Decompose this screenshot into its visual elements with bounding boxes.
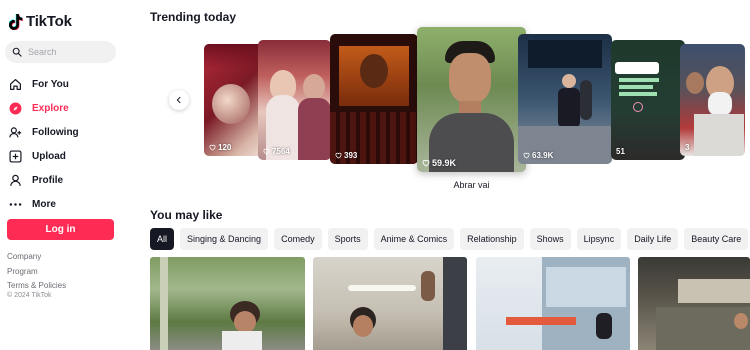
like-count: 3 [685,143,689,152]
you-may-like-title: You may like [150,208,223,222]
video-caption[interactable]: Abrar vai [417,180,526,190]
video-thumbnail[interactable] [150,257,305,350]
tiktok-logo-icon [9,13,23,30]
main-nav: For You Explore Following Upload Profile [9,72,79,216]
like-count: 63.9K [523,151,553,160]
trending-video-card[interactable]: 3 [680,44,745,156]
chevron-left-icon [176,96,181,104]
nav-label: Following [32,126,79,138]
chip-lipsync[interactable]: Lipsync [576,228,622,250]
category-chips: All Singing & Dancing Comedy Sports Anim… [150,228,749,250]
chip-shows[interactable]: Shows [529,228,571,250]
like-count-value: 393 [344,151,358,160]
like-count: 393 [335,151,357,160]
nav-item-explore[interactable]: Explore [9,96,79,120]
like-count: 51 [616,147,625,156]
heart-icon [523,152,530,159]
heart-icon [263,148,270,155]
upload-icon [9,149,22,163]
chip-anime-comics[interactable]: Anime & Comics [373,228,455,250]
carousel-prev-button[interactable] [169,90,189,110]
heart-icon [209,144,216,151]
search-bar[interactable] [5,41,116,63]
chip-sports[interactable]: Sports [327,228,368,250]
trending-video-card[interactable]: 51 [611,40,685,160]
like-count: 7564 [263,147,290,156]
trending-video-card[interactable]: 393 [330,34,418,164]
nav-item-upload[interactable]: Upload [9,144,79,168]
home-icon [9,78,22,91]
nav-item-following[interactable]: Following [9,120,79,144]
like-count: 120 [209,143,231,152]
like-count-value: 3 [685,143,690,152]
heart-icon [422,159,430,167]
nav-item-for-you[interactable]: For You [9,72,79,96]
trending-video-card[interactable]: 59.9K [417,27,526,172]
nav-label: Profile [32,174,64,186]
chip-singing-dancing[interactable]: Singing & Dancing [180,228,269,250]
logo-text: TikTok [26,13,72,30]
like-count-value: 63.9K [532,151,554,160]
like-count-value: 51 [616,147,625,156]
tiktok-logo[interactable]: TikTok [9,13,72,30]
like-count-value: 59.9K [432,158,457,168]
chip-comedy[interactable]: Comedy [274,228,322,250]
nav-label: Upload [32,150,66,162]
trending-video-card[interactable]: 7564 [258,40,331,160]
search-icon [12,47,22,57]
login-button[interactable]: Log in [7,219,114,240]
footer-link-program[interactable]: Program [7,265,66,280]
nav-label: More [32,198,56,210]
compass-icon [9,102,22,115]
sidebar: TikTok For You Explore Following [0,0,130,350]
footer-link-company[interactable]: Company [7,250,66,265]
profile-icon [9,174,22,187]
nav-label: Explore [32,102,69,114]
chip-relationship[interactable]: Relationship [460,228,524,250]
video-thumbnail[interactable] [313,257,467,350]
search-input[interactable] [28,47,108,57]
chip-daily-life[interactable]: Daily Life [627,228,679,250]
heart-icon [335,152,342,159]
trending-video-card[interactable]: 63.9K [518,34,612,164]
nav-item-profile[interactable]: Profile [9,168,79,192]
like-count-value: 7564 [272,147,290,156]
video-thumbnail[interactable] [476,257,630,350]
chip-beauty-care[interactable]: Beauty Care [684,228,749,250]
nav-label: For You [32,78,69,90]
following-icon [9,126,22,139]
like-count-value: 120 [218,143,232,152]
trending-title: Trending today [150,10,237,24]
more-icon [9,198,22,211]
like-count: 59.9K [422,158,456,168]
nav-item-more[interactable]: More [9,192,79,216]
footer-links: Company Program Terms & Policies [7,250,66,294]
video-thumbnail[interactable] [638,257,750,350]
chip-all[interactable]: All [150,228,175,250]
copyright-text: © 2024 TikTok [7,292,52,299]
